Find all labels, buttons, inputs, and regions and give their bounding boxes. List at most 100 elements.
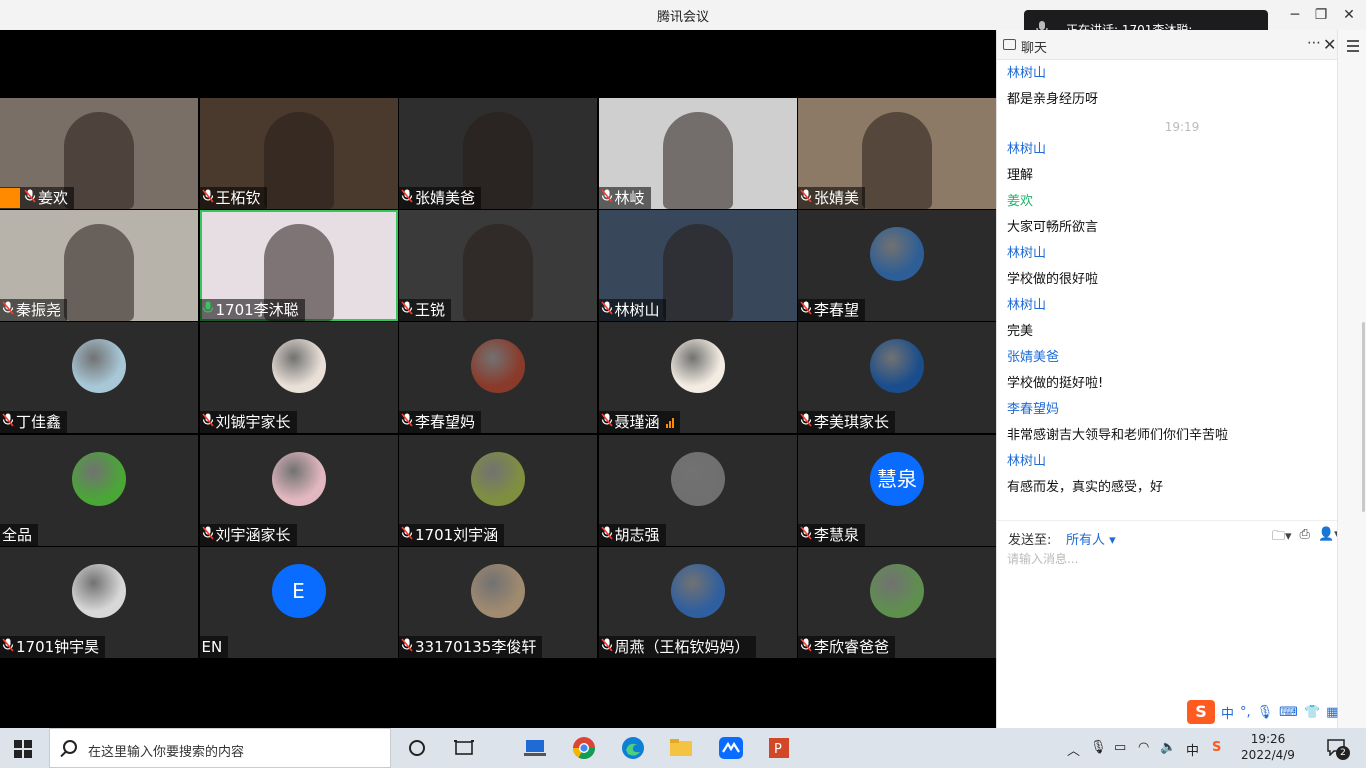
participant-tile[interactable]: 1701李沐聪 <box>199 210 398 322</box>
ime-skin-icon[interactable]: 👕 <box>1304 705 1320 720</box>
participant-name-bar: 刘铖宇家长 <box>199 411 297 434</box>
participant-tile[interactable]: 周燕（王柘钦妈妈） <box>598 546 797 658</box>
close-chat-icon[interactable]: ✕ <box>1323 35 1336 54</box>
participant-tile[interactable]: 全品 <box>0 434 198 546</box>
clock[interactable]: 19:26 2022/4/9 <box>1240 731 1296 763</box>
chat-header: 聊天 ⋯ ✕ <box>997 30 1366 60</box>
ime-mic-icon[interactable]: 🎙 <box>1257 705 1274 720</box>
tray-expand-icon[interactable]: ︿ <box>1067 740 1080 759</box>
participant-tile[interactable]: 李春望妈 <box>399 322 597 434</box>
mic-muted-icon <box>24 187 38 209</box>
participant-name-bar: 刘宇涵家长 <box>199 523 297 546</box>
restore-button[interactable]: ❐ <box>1310 4 1332 26</box>
ime-keyboard-icon[interactable]: ⌨ <box>1279 705 1298 720</box>
video-feed <box>862 112 932 209</box>
participant-tile[interactable]: 李春望 <box>798 210 996 322</box>
participant-tile[interactable]: 张婧美 <box>798 98 996 209</box>
notification-icon[interactable]: 2 <box>1326 738 1350 760</box>
avatar: 慧泉 <box>870 451 924 506</box>
participant-name-bar: 1701钟宇昊 <box>0 635 106 658</box>
more-icon[interactable]: ⋯ <box>1307 35 1321 51</box>
ime-tools-icon[interactable]: ▦ <box>1326 705 1338 720</box>
send-to-label: 发送至: <box>1008 533 1052 548</box>
participant-tile[interactable]: 慧泉 李慧泉 <box>798 434 996 546</box>
message-text: 完美 <box>1007 324 1034 339</box>
participant-tile[interactable]: 秦振尧 <box>0 210 198 322</box>
screenshot-icon[interactable]: ⎙ <box>1300 527 1310 549</box>
chat-input[interactable]: 请输入消息... <box>1007 550 1078 567</box>
participant-tile[interactable]: 林树山 <box>598 210 797 322</box>
message-text: 学校做的挺好啦! <box>1007 376 1104 391</box>
minimize-button[interactable]: ─ <box>1284 4 1306 26</box>
taskbar-search[interactable]: 在这里输入你要搜索的内容 <box>49 728 391 768</box>
volume-icon[interactable]: 🔈 <box>1160 740 1176 755</box>
chat-scrollbar[interactable] <box>1362 322 1365 512</box>
folder-icon[interactable]: 🗀▾ <box>1272 527 1292 549</box>
participant-tile[interactable]: 王锐 <box>399 210 597 322</box>
message-sender: 李春望妈 <box>1007 402 1060 417</box>
mic-muted-icon <box>800 187 814 209</box>
chat-tools: 🗀▾ ⎙ 👤▾ <box>1272 527 1341 549</box>
participant-tile[interactable]: 王柘钦 <box>199 98 398 209</box>
participant-name: 李慧泉 <box>814 525 860 544</box>
participant-tile[interactable]: 1701钟宇昊 <box>0 546 198 658</box>
participant-name: 全品 <box>2 525 33 544</box>
mic-muted-icon <box>800 636 814 658</box>
participant-name: 张婧美爸 <box>415 189 476 207</box>
participant-tile[interactable]: 33170135李俊轩 <box>399 546 597 658</box>
ime-punct-icon[interactable]: °, <box>1240 705 1251 720</box>
mic-muted-icon <box>600 524 615 546</box>
cortana-icon[interactable] <box>404 736 430 760</box>
participant-name: 刘铖宇家长 <box>215 413 291 432</box>
participant-tile[interactable]: 丁佳鑫 <box>0 322 198 434</box>
tray-lang[interactable]: 中 <box>1186 740 1199 759</box>
participant-name-bar: 秦振尧 <box>0 299 68 322</box>
chat-panel: 聊天 ⋯ ✕ 林树山 都是亲身经历呀 19:19 林树山 理解 姜欢 大家可畅所欲言 林树山学… <box>996 30 1366 728</box>
message-text: 理解 <box>1007 168 1034 183</box>
participant-name: 丁佳鑫 <box>16 413 62 432</box>
participant-name-bar: 周燕（王柘钦妈妈） <box>598 635 756 658</box>
participant-name-bar: 33170135李俊轩 <box>399 635 543 658</box>
mic-muted-icon <box>401 636 415 658</box>
avatar <box>471 339 525 394</box>
edge-icon[interactable] <box>620 736 646 760</box>
message-timestamp: 19:19 <box>1164 120 1200 134</box>
wifi-icon[interactable]: ◠ <box>1138 740 1149 755</box>
tray-mic-icon[interactable]: 🎙 <box>1090 740 1107 755</box>
participant-name: 33170135李俊轩 <box>415 637 537 656</box>
participant-name: 林岐 <box>614 189 645 207</box>
sogou-tray-icon[interactable]: S <box>1212 740 1221 755</box>
mic-muted-icon <box>201 411 216 433</box>
participant-tile[interactable]: 李欣睿爸爸 <box>798 546 996 658</box>
ime-lang[interactable]: 中 <box>1221 703 1234 722</box>
participant-tile[interactable]: 李美琪家长 <box>798 322 996 434</box>
participant-name-bar: 王锐 <box>399 299 452 322</box>
participant-tile[interactable]: 胡志强 <box>598 434 797 546</box>
signal-icon <box>665 416 674 429</box>
avatar: E <box>271 563 326 618</box>
windows-start-icon[interactable] <box>14 740 32 758</box>
close-window-button[interactable]: ✕ <box>1338 4 1360 26</box>
avatar <box>471 451 525 506</box>
avatar <box>271 451 326 506</box>
participant-tile[interactable]: 刘宇涵家长 <box>199 434 398 546</box>
participant-name-bar: 王柘钦 <box>199 187 267 209</box>
sogou-logo-icon[interactable]: S <box>1187 700 1215 724</box>
participant-tile[interactable]: 张婧美爸 <box>399 98 597 209</box>
participant-tile[interactable]: 林岐 <box>598 98 797 209</box>
send-to-dropdown[interactable]: 所有人 ▾ <box>1066 529 1116 548</box>
file-explorer-icon[interactable] <box>668 736 694 760</box>
mic-muted-icon <box>600 411 615 433</box>
participant-tile[interactable]: 聂瑾涵 <box>598 322 797 434</box>
battery-icon[interactable]: ▭ <box>1114 740 1126 755</box>
participant-tile[interactable]: 1701刘宇涵 <box>399 434 597 546</box>
participant-tile[interactable]: E EN <box>199 546 398 658</box>
powerpoint-icon[interactable]: P <box>766 736 792 760</box>
tencent-meeting-icon[interactable] <box>718 736 744 760</box>
participant-tile[interactable]: 姜欢 <box>0 98 198 209</box>
menu-icon[interactable] <box>1347 40 1359 55</box>
computer-icon[interactable] <box>522 736 548 760</box>
chrome-icon[interactable] <box>571 736 597 760</box>
participant-tile[interactable]: 刘铖宇家长 <box>199 322 398 434</box>
task-view-icon[interactable] <box>451 736 477 760</box>
